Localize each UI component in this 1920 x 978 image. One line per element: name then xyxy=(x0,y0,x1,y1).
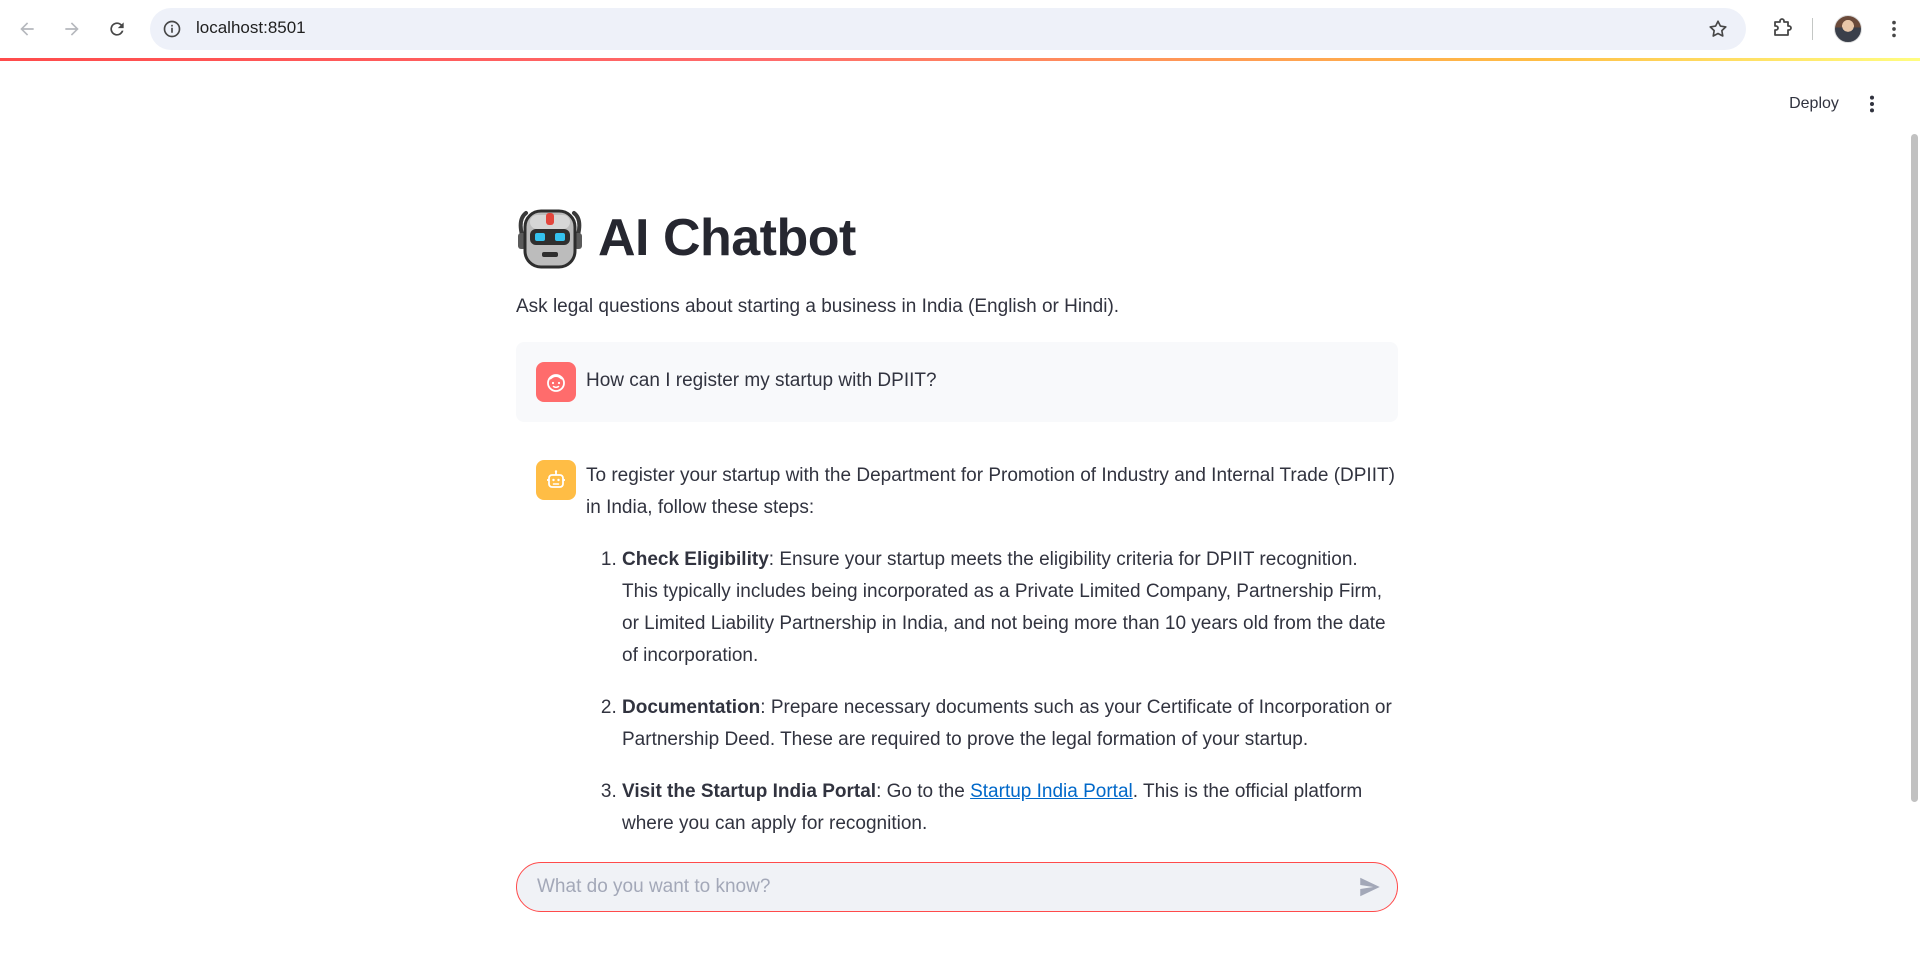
title-row: AI Chatbot xyxy=(516,190,1398,286)
back-button[interactable] xyxy=(9,11,45,47)
user-message-text: How can I register my startup with DPIIT… xyxy=(586,370,937,391)
step-text: : Go to the xyxy=(876,781,971,802)
main-content: AI Chatbot Ask legal questions about sta… xyxy=(516,190,1398,834)
deploy-button[interactable]: Deploy xyxy=(1774,88,1854,120)
assistant-message-body: To register your startup with the Depart… xyxy=(586,460,1398,840)
toolbar-divider xyxy=(1812,18,1813,40)
assistant-avatar xyxy=(536,460,576,500)
forward-button[interactable] xyxy=(54,11,90,47)
user-chat-message: How can I register my startup with DPIIT… xyxy=(516,342,1398,422)
step-title: Visit the Startup India Portal xyxy=(622,781,877,802)
send-icon xyxy=(1360,877,1380,897)
address-bar[interactable]: localhost:8501 xyxy=(150,8,1746,50)
streamlit-decoration-bar xyxy=(0,58,1920,61)
extensions-puzzle-icon[interactable] xyxy=(1766,13,1798,45)
startup-india-portal-link[interactable]: Startup India Portal xyxy=(970,781,1133,802)
reload-icon xyxy=(110,22,124,36)
robot-emoji-icon xyxy=(518,209,582,269)
chat-input-container[interactable] xyxy=(516,862,1398,912)
step-title: Check Eligibility xyxy=(622,549,769,570)
bookmark-star-icon[interactable] xyxy=(1706,17,1730,41)
user-face-icon xyxy=(547,374,565,392)
scrollbar-thumb[interactable] xyxy=(1911,134,1918,802)
reload-button[interactable] xyxy=(99,11,135,47)
chat-input[interactable] xyxy=(537,863,1337,911)
list-item: Visit the Startup India Portal: Go to th… xyxy=(622,776,1398,840)
browser-menu-kebab-icon[interactable] xyxy=(1880,13,1908,45)
back-arrow-icon xyxy=(20,22,34,36)
list-item: Check Eligibility: Ensure your startup m… xyxy=(622,544,1398,672)
url-text[interactable]: localhost:8501 xyxy=(196,18,306,38)
site-info-icon[interactable] xyxy=(160,17,184,41)
browser-toolbar: localhost:8501 xyxy=(0,0,1920,58)
page-subtitle: Ask legal questions about starting a bus… xyxy=(516,296,1120,317)
profile-avatar[interactable] xyxy=(1834,15,1862,43)
user-avatar xyxy=(536,362,576,402)
bot-face-icon xyxy=(547,470,565,488)
page-title: AI Chatbot xyxy=(598,209,856,267)
list-item: Documentation: Prepare necessary documen… xyxy=(622,692,1398,756)
page-scrollbar[interactable] xyxy=(1908,62,1920,978)
send-button[interactable] xyxy=(1355,873,1385,901)
assistant-intro-text: To register your startup with the Depart… xyxy=(586,465,1395,518)
steps-list: Check Eligibility: Ensure your startup m… xyxy=(586,544,1398,840)
step-title: Documentation xyxy=(622,697,761,718)
forward-arrow-icon xyxy=(65,22,79,36)
assistant-chat-message: To register your startup with the Depart… xyxy=(516,460,1398,860)
app-menu-kebab-icon[interactable] xyxy=(1860,88,1884,120)
